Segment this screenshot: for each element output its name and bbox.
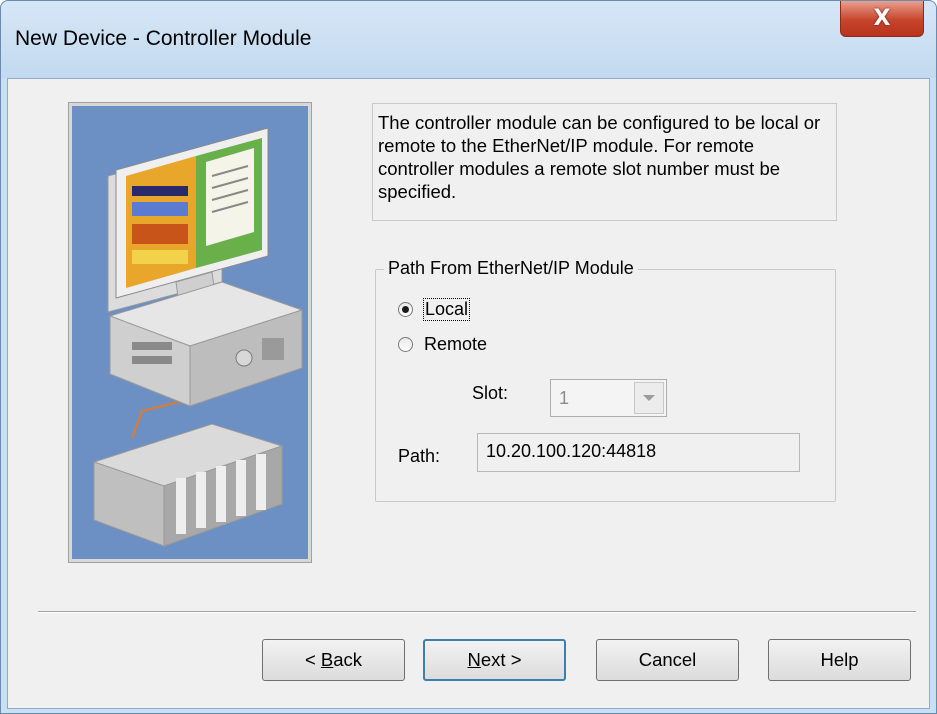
slot-value: 1 — [559, 388, 570, 408]
slot-dropdown[interactable]: 1 — [550, 379, 667, 417]
close-icon: X — [873, 6, 891, 31]
path-label: Path: — [398, 446, 441, 466]
dialog-window: New Device - Controller Module X The con… — [0, 0, 937, 714]
description-text: The controller module can be configured … — [372, 103, 837, 221]
back-button[interactable]: < Back — [262, 639, 405, 681]
remote-radio-button[interactable] — [398, 337, 413, 352]
remote-radio-label[interactable]: Remote — [424, 334, 487, 355]
local-radio-button[interactable] — [398, 302, 413, 317]
dialog-client-area: The controller module can be configured … — [7, 78, 930, 709]
title-bar[interactable]: New Device - Controller Module X — [1, 1, 936, 78]
window-title: New Device - Controller Module — [15, 27, 312, 50]
path-field[interactable]: 10.20.100.120:44818 — [477, 433, 800, 472]
close-button[interactable]: X — [840, 1, 924, 37]
next-button-mnemonic: N — [467, 649, 481, 670]
back-button-prefix: < — [304, 649, 321, 670]
illustration-icon — [92, 127, 304, 547]
back-button-mnemonic: B — [320, 649, 334, 670]
cancel-button[interactable]: Cancel — [596, 639, 739, 681]
back-button-rest: ack — [333, 649, 363, 670]
slot-dropdown-button[interactable] — [634, 382, 664, 414]
path-group-legend: Path From EtherNet/IP Module — [384, 258, 638, 279]
chevron-down-icon — [643, 395, 655, 401]
next-button[interactable]: Next > — [423, 639, 566, 681]
computer-and-plc-illustration — [68, 102, 312, 563]
path-group-box: Path From EtherNet/IP Module Local Remot… — [375, 258, 836, 502]
slot-label: Slot: — [472, 383, 509, 403]
remote-radio-row[interactable]: Remote — [398, 334, 487, 355]
separator-line — [38, 611, 916, 613]
local-radio-row[interactable]: Local — [398, 298, 471, 321]
local-radio-label[interactable]: Local — [422, 298, 471, 321]
help-button[interactable]: Help — [768, 639, 911, 681]
next-button-rest: ext > — [480, 649, 522, 670]
